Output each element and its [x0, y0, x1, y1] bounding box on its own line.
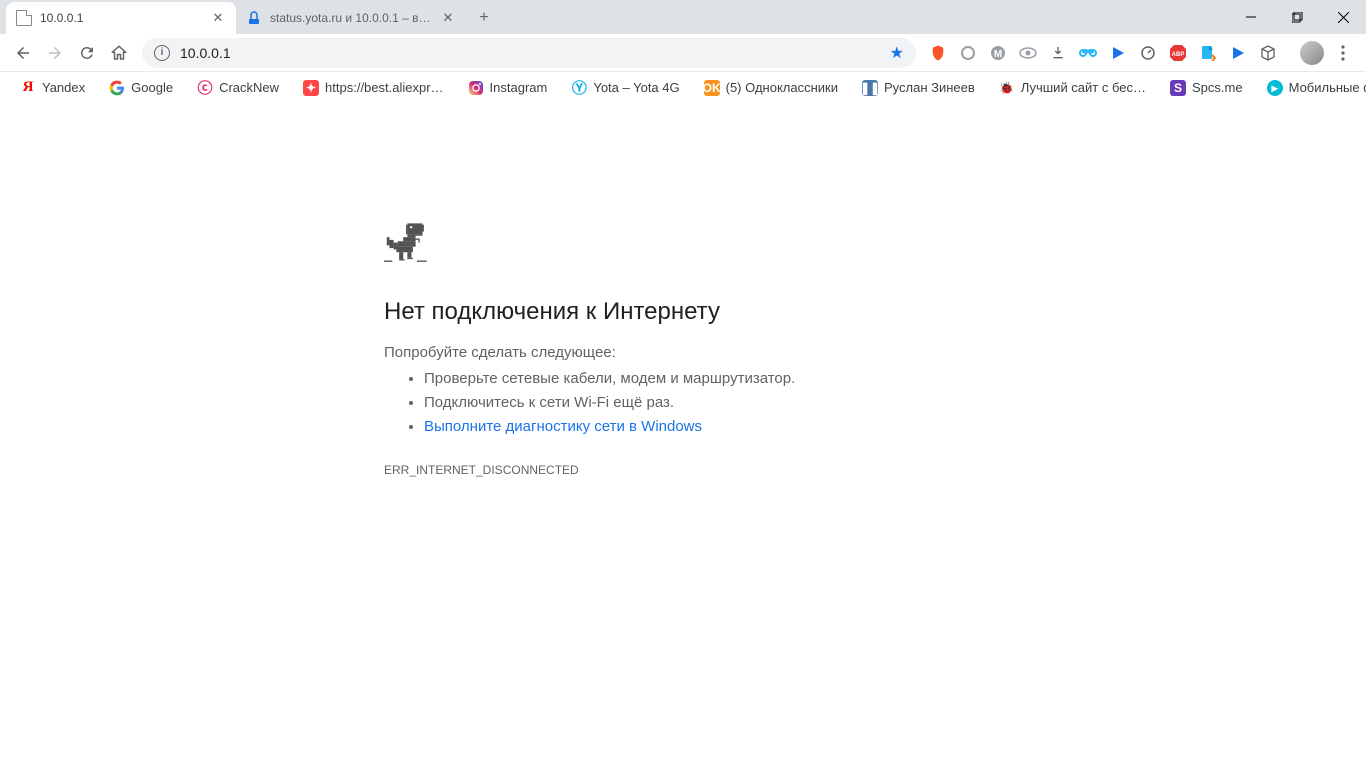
odnoklassniki-icon: OK: [704, 80, 720, 96]
bookmark-label: Instagram: [490, 80, 548, 95]
error-suggestion-item: Подключитесь к сети Wi-Fi ещё раз.: [424, 391, 984, 415]
yandex-icon: Я: [20, 80, 36, 96]
bookmark-label: Мобильные фильм…: [1289, 80, 1366, 95]
bookmark-mobile-films[interactable]: ▸ Мобильные фильм…: [1257, 74, 1366, 102]
url-text: 10.0.0.1: [180, 45, 880, 61]
tab-title: status.yota.ru и 10.0.0.1 – вход в: [270, 11, 432, 25]
extension-infinity-icon[interactable]: [1074, 39, 1102, 67]
reload-button[interactable]: [72, 38, 102, 68]
bookmark-label: Лучший сайт с бес…: [1021, 80, 1146, 95]
bookmark-cracknew[interactable]: ⓒ CrackNew: [187, 74, 289, 102]
extension-abp-icon[interactable]: ABP: [1164, 39, 1192, 67]
extension-brave-icon[interactable]: [924, 39, 952, 67]
extension-play-blue-icon[interactable]: [1104, 39, 1132, 67]
bookmark-aliexpress[interactable]: ✦ https://best.aliexpr…: [293, 74, 454, 102]
bookmark-label: Yota – Yota 4G: [593, 80, 679, 95]
pause-icon: ❚❚: [862, 80, 878, 96]
film-icon: ▸: [1267, 80, 1283, 96]
svg-text:M: M: [994, 49, 1002, 60]
tab-close-button[interactable]: ✕: [440, 10, 456, 26]
profile-avatar[interactable]: [1298, 39, 1326, 67]
error-heading: Нет подключения к Интернету: [384, 298, 984, 326]
bookmark-label: CrackNew: [219, 80, 279, 95]
bookmark-spcs[interactable]: S Spcs.me: [1160, 74, 1253, 102]
bookmark-best-site[interactable]: 🐞 Лучший сайт с бес…: [989, 74, 1156, 102]
bookmark-yota[interactable]: Ⓨ Yota – Yota 4G: [561, 74, 689, 102]
bookmark-yandex[interactable]: Я Yandex: [10, 74, 95, 102]
diagnostics-link[interactable]: Выполните диагностику сети в Windows: [424, 418, 702, 435]
bug-icon: 🐞: [999, 80, 1015, 96]
chrome-menu-button[interactable]: [1328, 38, 1358, 68]
bookmark-label: Yandex: [42, 80, 85, 95]
tab-strip: 10.0.0.1 ✕ status.yota.ru и 10.0.0.1 – в…: [0, 0, 1366, 34]
bookmark-label: (5) Одноклассники: [726, 80, 838, 95]
new-tab-button[interactable]: +: [470, 4, 498, 32]
dino-icon[interactable]: [384, 220, 428, 268]
yota-icon: Ⓨ: [571, 80, 587, 96]
extension-cube-icon[interactable]: [1254, 39, 1282, 67]
aliexpress-icon: ✦: [303, 80, 319, 96]
bookmark-label: Google: [131, 80, 173, 95]
yota-favicon-icon: [246, 10, 262, 26]
extension-doc-icon[interactable]: [1194, 39, 1222, 67]
bookmarks-bar: Я Yandex Google ⓒ CrackNew ✦ https://bes…: [0, 72, 1366, 104]
bookmark-google[interactable]: Google: [99, 74, 183, 102]
bookmark-ruslan[interactable]: ❚❚ Руслан Зинеев: [852, 74, 985, 102]
tab-title: 10.0.0.1: [40, 11, 202, 25]
cracknew-icon: ⓒ: [197, 80, 213, 96]
address-bar[interactable]: i 10.0.0.1 ★: [142, 38, 916, 68]
error-suggestion-list: Проверьте сетевые кабели, модем и маршру…: [384, 367, 984, 439]
window-controls: [1228, 0, 1366, 34]
spcs-icon: S: [1170, 80, 1186, 96]
tab-close-button[interactable]: ✕: [210, 10, 226, 26]
page-content: Нет подключения к Интернету Попробуйте с…: [0, 104, 1366, 768]
instagram-icon: [468, 80, 484, 96]
extension-m-icon[interactable]: M: [984, 39, 1012, 67]
bookmark-label: Spcs.me: [1192, 80, 1243, 95]
downloads-icon[interactable]: [1044, 39, 1072, 67]
bookmark-instagram[interactable]: Instagram: [458, 74, 558, 102]
bookmark-label: https://best.aliexpr…: [325, 80, 444, 95]
bookmark-label: Руслан Зинеев: [884, 80, 975, 95]
error-code: ERR_INTERNET_DISCONNECTED: [384, 463, 984, 477]
bookmark-odnoklassniki[interactable]: OK (5) Одноклассники: [694, 74, 848, 102]
bookmark-star-icon[interactable]: ★: [890, 43, 904, 63]
extensions-separator: [1284, 39, 1296, 67]
home-button[interactable]: [104, 38, 134, 68]
forward-button[interactable]: [40, 38, 70, 68]
extension-circle-icon[interactable]: [954, 39, 982, 67]
extension-play-blue2-icon[interactable]: [1224, 39, 1252, 67]
tab-inactive[interactable]: status.yota.ru и 10.0.0.1 – вход в ✕: [236, 2, 466, 34]
error-suggestion-item: Проверьте сетевые кабели, модем и маршру…: [424, 367, 984, 391]
back-button[interactable]: [8, 38, 38, 68]
maximize-button[interactable]: [1274, 0, 1320, 34]
svg-text:ABP: ABP: [1172, 52, 1185, 58]
close-window-button[interactable]: [1320, 0, 1366, 34]
minimize-button[interactable]: [1228, 0, 1274, 34]
extension-eye-icon[interactable]: [1014, 39, 1042, 67]
error-container: Нет подключения к Интернету Попробуйте с…: [384, 220, 984, 477]
site-info-icon[interactable]: i: [154, 45, 170, 61]
error-subheading: Попробуйте сделать следующее:: [384, 344, 984, 361]
google-icon: [109, 80, 125, 96]
file-icon: [16, 10, 32, 26]
error-suggestion-item: Выполните диагностику сети в Windows: [424, 415, 984, 439]
tab-active[interactable]: 10.0.0.1 ✕: [6, 2, 236, 34]
extension-gauge-icon[interactable]: [1134, 39, 1162, 67]
toolbar: i 10.0.0.1 ★ M ABP: [0, 34, 1366, 72]
